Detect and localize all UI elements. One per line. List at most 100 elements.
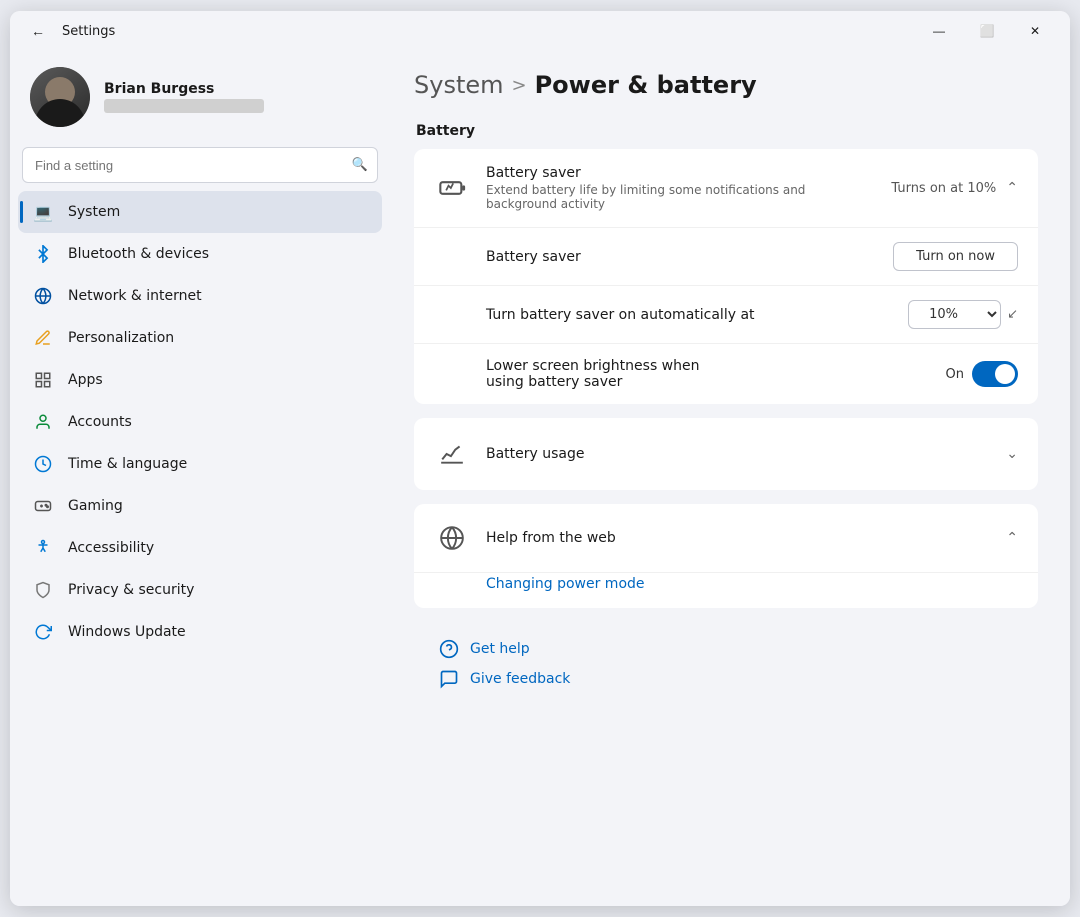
search-icon: 🔍 [352,158,368,173]
help-body: Changing power mode [414,572,1038,608]
user-name: Brian Burgess [104,81,370,97]
changing-power-mode-link[interactable]: Changing power mode [486,576,645,592]
sidebar-item-label-network: Network & internet [68,288,202,304]
sidebar-item-gaming[interactable]: Gaming [18,485,382,527]
user-info: Brian Burgess [104,81,370,113]
breadcrumb: System > Power & battery [414,71,1038,99]
help-chevron-icon[interactable]: ⌃ [1006,530,1018,546]
sidebar-item-apps[interactable]: Apps [18,359,382,401]
battery-saver-turn-on-row: Battery saver Turn on now [414,228,1038,286]
give-feedback-link[interactable]: Give feedback [438,668,1006,690]
help-header[interactable]: Help from the web ⌃ [414,504,1038,572]
user-email [104,99,264,113]
battery-usage-row[interactable]: Battery usage ⌄ [414,418,1038,490]
battery-saver-title: Battery saver [486,165,875,181]
time-icon [32,453,54,475]
apps-icon [32,369,54,391]
battery-saver-desc: Extend battery life by limiting some not… [486,183,875,211]
get-help-icon [438,638,460,660]
main-content: Brian Burgess 🔍 💻 System [10,51,1070,906]
battery-saver-auto-row: Turn battery saver on automatically at N… [414,286,1038,344]
help-text: Help from the web [486,530,990,546]
sidebar-item-privacy[interactable]: Privacy & security [18,569,382,611]
personalization-icon [32,327,54,349]
battery-usage-chevron-icon[interactable]: ⌄ [1006,446,1018,462]
search-input[interactable] [22,147,378,183]
battery-saver-icon [434,170,470,206]
titlebar-controls: — ⬜ ✕ [916,15,1058,47]
battery-usage-text: Battery usage [486,446,990,462]
settings-window: ← Settings — ⬜ ✕ Brian Burgess [10,11,1070,906]
main-panel: System > Power & battery Battery [390,51,1070,906]
sidebar-item-label-gaming: Gaming [68,498,123,514]
give-feedback-icon [438,668,460,690]
footer: Get help Give feedback [414,622,1038,706]
maximize-button[interactable]: ⬜ [964,15,1010,47]
battery-usage-title: Battery usage [486,446,990,462]
sidebar-item-network[interactable]: Network & internet [18,275,382,317]
battery-saver-text: Battery saver Extend battery life by lim… [486,165,875,211]
sidebar: Brian Burgess 🔍 💻 System [10,51,390,906]
breadcrumb-current: Power & battery [535,71,757,99]
privacy-icon [32,579,54,601]
sidebar-item-label-accounts: Accounts [68,414,132,430]
gaming-icon [32,495,54,517]
help-title: Help from the web [486,530,990,546]
sidebar-item-time[interactable]: Time & language [18,443,382,485]
update-icon [32,621,54,643]
get-help-label: Get help [470,641,530,657]
sidebar-item-label-update: Windows Update [68,624,186,640]
cursor-indicator: ↙ [1007,307,1018,322]
titlebar-title: Settings [62,24,115,39]
accounts-icon [32,411,54,433]
battery-saver-auto-label: Turn battery saver on automatically at [486,307,908,323]
help-icon [434,520,470,556]
sidebar-item-label-time: Time & language [68,456,187,472]
get-help-link[interactable]: Get help [438,638,1006,660]
battery-section-title: Battery [416,123,1038,139]
breadcrumb-separator: > [512,75,527,96]
brightness-toggle-label: On [946,367,964,382]
battery-usage-icon [434,436,470,472]
battery-usage-action: ⌄ [1006,446,1018,462]
turn-on-now-button[interactable]: Turn on now [893,242,1018,271]
sidebar-item-bluetooth[interactable]: Bluetooth & devices [18,233,382,275]
network-icon [32,285,54,307]
battery-saver-turn-on-label: Battery saver [486,249,893,265]
percent-select-wrapper: Never 5% 10% 15% 20% 25% 30% ↙ [908,300,1018,329]
search-box: 🔍 [22,147,378,183]
brightness-toggle[interactable] [972,361,1018,387]
sidebar-nav: 💻 System Bluetooth & devices Network & i… [18,191,382,653]
help-card: Help from the web ⌃ Changing power mode [414,504,1038,608]
minimize-button[interactable]: — [916,15,962,47]
sidebar-item-accounts[interactable]: Accounts [18,401,382,443]
battery-brightness-label: Lower screen brightness when using batte… [486,358,946,390]
avatar-image [30,67,90,127]
battery-saver-chevron-icon[interactable]: ⌃ [1006,180,1018,196]
sidebar-item-label-apps: Apps [68,372,103,388]
sidebar-item-update[interactable]: Windows Update [18,611,382,653]
panel-wrapper: System > Power & battery Battery [390,51,1070,906]
avatar [30,67,90,127]
accessibility-icon [32,537,54,559]
battery-saver-card: Battery saver Extend battery life by lim… [414,149,1038,404]
sidebar-item-personalization[interactable]: Personalization [18,317,382,359]
back-button[interactable]: ← [22,15,54,47]
battery-usage-card: Battery usage ⌄ [414,418,1038,490]
titlebar: ← Settings — ⬜ ✕ [10,11,1070,51]
close-button[interactable]: ✕ [1012,15,1058,47]
battery-percent-select[interactable]: Never 5% 10% 15% 20% 25% 30% [908,300,1001,329]
sidebar-item-label-accessibility: Accessibility [68,540,154,556]
battery-saver-header-row[interactable]: Battery saver Extend battery life by lim… [414,149,1038,228]
battery-saver-action: Turns on at 10% ⌃ [891,180,1018,196]
battery-saver-status: Turns on at 10% [891,181,996,196]
sidebar-item-system[interactable]: 💻 System [18,191,382,233]
sidebar-item-label-personalization: Personalization [68,330,174,346]
sidebar-item-accessibility[interactable]: Accessibility [18,527,382,569]
sidebar-item-label-bluetooth: Bluetooth & devices [68,246,209,262]
help-action: ⌃ [1006,530,1018,546]
user-profile: Brian Burgess [18,51,382,147]
give-feedback-label: Give feedback [470,671,570,687]
sidebar-item-label-privacy: Privacy & security [68,582,194,598]
system-icon: 💻 [32,201,54,223]
